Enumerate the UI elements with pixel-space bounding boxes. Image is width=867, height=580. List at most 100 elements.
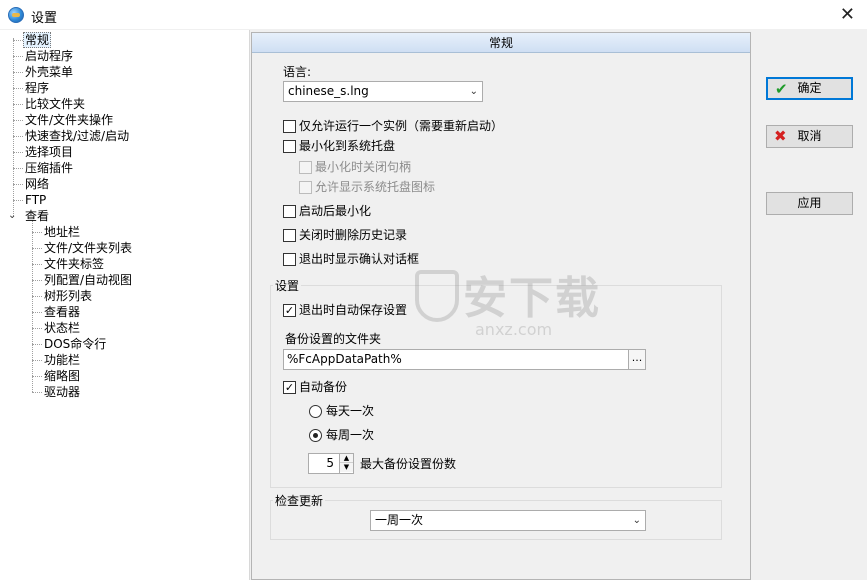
tree-item-thumbnails[interactable]: 缩略图 [32, 368, 80, 384]
tree-item-shell-menu[interactable]: 外壳菜单 [13, 64, 73, 80]
tree-guide-line [13, 120, 23, 121]
single-instance-checkbox[interactable] [283, 120, 296, 133]
tree-guide-line [32, 232, 42, 233]
max-backups-label: 最大备份设置份数 [360, 457, 457, 471]
tree-item-folder-tabs[interactable]: 文件夹标签 [32, 256, 104, 272]
dialog-client: 常规 启动程序 外壳菜单 程序 比较文件夹 文件/文件夹操作 快速查找/过滤/启… [0, 30, 867, 580]
close-handles-checkbox[interactable] [299, 161, 312, 174]
tree-item-archive-plugins[interactable]: 压缩插件 [13, 160, 73, 176]
tree-item-label: FTP [25, 193, 47, 207]
panel-header: 常规 [252, 33, 750, 53]
x-icon: ✖ [774, 127, 787, 145]
show-tray-icon-checkbox[interactable] [299, 181, 312, 194]
tree-item-label: 常规 [23, 32, 52, 48]
tree-item-quick-search[interactable]: 快速查找/过滤/启动 [13, 128, 129, 144]
tree-item-compare-folders[interactable]: 比较文件夹 [13, 96, 85, 112]
tree-item-function-bar[interactable]: 功能栏 [32, 352, 80, 368]
minimize-on-start-label: 启动后最小化 [299, 204, 372, 218]
tree-item-label: 列配置/自动视图 [44, 273, 133, 287]
spin-down-icon[interactable]: ▼ [340, 463, 353, 472]
clear-history-checkbox[interactable] [283, 229, 296, 242]
autosave-checkbox[interactable]: ✓ [283, 304, 296, 317]
tree-guide-line [13, 136, 23, 137]
radio-selected-dot [313, 433, 318, 438]
show-tray-icon-label: 允许显示系统托盘图标 [315, 180, 436, 194]
tree-item-label: 查看器 [44, 305, 81, 319]
tree-item-address-bar[interactable]: 地址栏 [32, 224, 80, 240]
tree-guide-line [13, 168, 23, 169]
tree-item-status-bar[interactable]: 状态栏 [32, 320, 80, 336]
window-title: 设置 [31, 11, 58, 26]
backup-folder-value: %FcAppDataPath% [287, 352, 402, 366]
backup-folder-input[interactable]: %FcAppDataPath% ... [283, 349, 646, 370]
daily-radio[interactable] [309, 405, 322, 418]
tree-item-drives[interactable]: 驱动器 [32, 384, 80, 400]
tree-guide-line [13, 40, 23, 41]
tree-guide-line [32, 248, 42, 249]
tree-item-file-operations[interactable]: 文件/文件夹操作 [13, 112, 113, 128]
tree-item-startup[interactable]: 启动程序 [13, 48, 73, 64]
tree-guide-line [13, 200, 23, 201]
check-icon: ✔ [775, 80, 788, 98]
settings-panel: 常规 语言: chinese_s.lng ⌄ 仅允许运行一个实例（需要重新启动）… [251, 32, 751, 580]
chevron-down-icon: ⌄ [632, 515, 641, 526]
minimize-on-start-checkbox[interactable] [283, 205, 296, 218]
tree-item-dos-command[interactable]: DOS命令行 [32, 336, 106, 352]
tree-guide-line [32, 264, 42, 265]
weekly-radio[interactable] [309, 429, 322, 442]
tree-guide-line [32, 376, 42, 377]
apply-button[interactable]: 应用 [766, 192, 853, 215]
tree-item-label: 状态栏 [44, 321, 81, 335]
tree-item-label: 启动程序 [25, 49, 74, 63]
backup-folder-label: 备份设置的文件夹 [285, 332, 382, 346]
spin-up-icon[interactable]: ▲ [340, 454, 353, 463]
tree-guide-line [13, 184, 23, 185]
tree-item-network[interactable]: 网络 [13, 176, 49, 192]
settings-tree[interactable]: 常规 启动程序 外壳菜单 程序 比较文件夹 文件/文件夹操作 快速查找/过滤/启… [0, 30, 250, 580]
max-backups-value: 5 [326, 456, 334, 470]
tree-item-viewer[interactable]: 查看器 [32, 304, 80, 320]
tree-item-label: 网络 [25, 177, 50, 191]
confirm-exit-checkbox[interactable] [283, 253, 296, 266]
tree-item-column-config[interactable]: 列配置/自动视图 [32, 272, 132, 288]
tree-item-tree-list[interactable]: 树形列表 [32, 288, 92, 304]
tree-guide-line [32, 344, 42, 345]
language-select[interactable]: chinese_s.lng ⌄ [283, 81, 483, 102]
auto-backup-label: 自动备份 [299, 380, 348, 394]
update-group-title: 检查更新 [273, 492, 326, 509]
weekly-radio-label: 每周一次 [326, 428, 375, 442]
tree-item-label: 查看 [25, 209, 50, 223]
spinner-buttons: ▲ ▼ [339, 454, 353, 473]
single-instance-label: 仅允许运行一个实例（需要重新启动） [299, 119, 504, 133]
cancel-button-label: 取消 [797, 129, 822, 143]
tree-item-label: 外壳菜单 [25, 65, 74, 79]
auto-backup-checkbox[interactable]: ✓ [283, 381, 296, 394]
title-bar: 设置 ✕ [0, 0, 867, 30]
update-frequency-value: 一周一次 [375, 513, 424, 527]
close-icon[interactable]: ✕ [840, 4, 855, 25]
confirm-exit-label: 退出时显示确认对话框 [299, 252, 420, 266]
tree-item-label: 驱动器 [44, 385, 81, 399]
tree-item-label: 文件夹标签 [44, 257, 105, 271]
tree-item-programs[interactable]: 程序 [13, 80, 49, 96]
tree-item-general[interactable]: 常规 [13, 32, 52, 48]
cancel-button[interactable]: ✖ 取消 [766, 125, 853, 148]
ok-button[interactable]: ✔ 确定 [766, 77, 853, 100]
tree-guide-line [13, 104, 23, 105]
tree-guide-line [32, 328, 42, 329]
minimize-to-tray-checkbox[interactable] [283, 140, 296, 153]
browse-folder-button[interactable]: ... [628, 350, 645, 369]
tree-item-view[interactable]: 查看 [13, 208, 49, 224]
tree-guide-line [13, 152, 23, 153]
tree-item-label: 功能栏 [44, 353, 81, 367]
tree-guide-line [13, 56, 23, 57]
tree-item-file-list[interactable]: 文件/文件夹列表 [32, 240, 132, 256]
update-frequency-select[interactable]: 一周一次 ⌄ [370, 510, 646, 531]
app-globe-icon [8, 7, 24, 23]
tree-item-select-items[interactable]: 选择项目 [13, 144, 73, 160]
tree-item-ftp[interactable]: FTP [13, 192, 46, 208]
tree-item-label: 程序 [25, 81, 50, 95]
tree-item-label: 树形列表 [44, 289, 93, 303]
max-backups-spinner[interactable]: 5 ▲ ▼ [308, 453, 354, 474]
close-handles-label: 最小化时关闭句柄 [315, 160, 412, 174]
